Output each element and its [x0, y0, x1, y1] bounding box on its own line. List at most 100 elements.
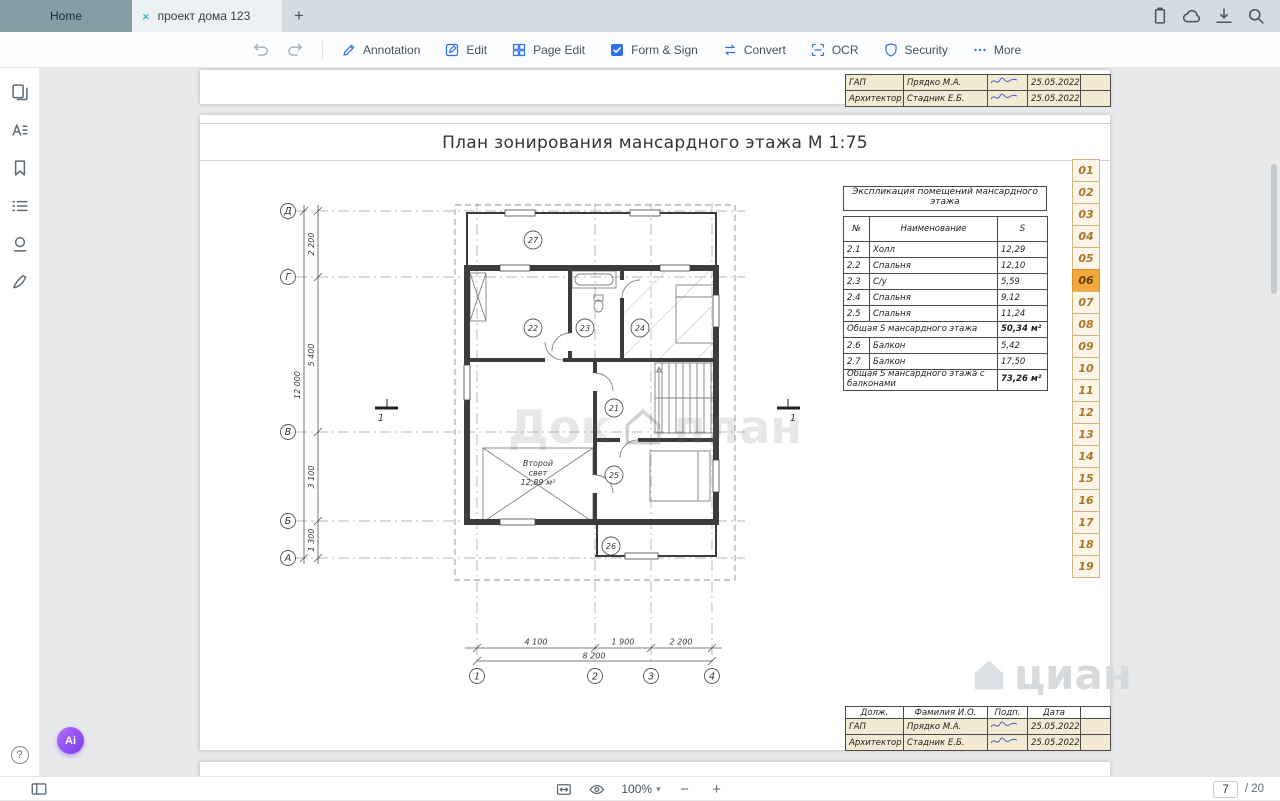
clipboard-icon[interactable]	[1150, 6, 1170, 26]
drawing-title: План зонирования мансардного этажа М 1:7…	[200, 133, 1110, 153]
main-toolbar: Annotation Edit Page Edit Form & Sign Conver…	[0, 32, 1280, 68]
form-sign-icon	[609, 42, 625, 58]
sheet-number-01[interactable]: 01	[1072, 159, 1100, 182]
plan-label: 1	[378, 413, 384, 424]
zoom-select[interactable]: 100% ▾	[621, 782, 660, 796]
sheet-number-13[interactable]: 13	[1072, 423, 1100, 446]
titleblock-header-cell: Долж.	[846, 707, 904, 719]
toolbar-security-label: Security	[905, 43, 948, 57]
sheet-number-14[interactable]: 14	[1072, 445, 1100, 468]
sheet-number-06[interactable]: 06	[1072, 269, 1100, 292]
toolbar-page-edit-button[interactable]: Page Edit	[511, 42, 585, 58]
fit-width-button[interactable]	[555, 781, 572, 798]
room-number-cell: 2.1	[844, 242, 870, 258]
sheet-number-10[interactable]: 10	[1072, 357, 1100, 380]
room-number-cell: 2.3	[844, 274, 870, 290]
security-icon	[883, 42, 899, 58]
watermark-text-left: Док	[508, 400, 612, 454]
toolbar-ocr-button[interactable]: OCR	[810, 42, 859, 58]
axis-bubble	[644, 669, 659, 684]
toolbar-items: Annotation Edit Page Edit Form & Sign Conver…	[341, 42, 1021, 58]
room-number-bubble	[605, 466, 623, 484]
page-edit-icon	[511, 42, 527, 58]
ai-assistant-button[interactable]: Ai	[57, 727, 84, 754]
tab-document[interactable]: × проект дома 123	[132, 0, 282, 32]
page-number-input[interactable]: 7	[1213, 781, 1237, 798]
plan-label: свет	[529, 469, 548, 478]
toolbar-annotation-label: Annotation	[363, 43, 420, 57]
signature-icon[interactable]	[10, 272, 30, 292]
tab-home-label: Home	[50, 9, 82, 23]
watermark-house-icon	[622, 406, 664, 448]
zoom-value: 100%	[621, 782, 652, 796]
plan-label: 23	[580, 324, 590, 333]
corner-watermark-text: циан	[1014, 650, 1132, 699]
thumbnails-icon[interactable]	[10, 82, 30, 102]
undo-icon[interactable]	[252, 41, 270, 59]
search-icon[interactable]	[1246, 6, 1266, 26]
toolbar-more-button[interactable]: More	[972, 42, 1021, 58]
tab-close-icon[interactable]: ×	[142, 9, 150, 24]
convert-icon	[722, 42, 738, 58]
tab-bar: Home × проект дома 123 +	[0, 0, 1280, 32]
name-cell: Стадник Е.Б.	[904, 735, 988, 751]
left-rail-icons	[10, 82, 30, 292]
room-number-bubble	[576, 319, 594, 337]
room-area-cell: 17,50	[998, 354, 1048, 370]
toolbar-form-sign-button[interactable]: Form & Sign	[609, 42, 698, 58]
toolbar-edit-label: Edit	[466, 43, 487, 57]
toolbar-convert-button[interactable]: Convert	[722, 42, 786, 58]
cloud-icon[interactable]	[1182, 6, 1202, 26]
sheet-frame-line-under-title	[200, 160, 1110, 161]
titleblock-row: ГАППрядко М.А.25.05.2022	[846, 75, 1111, 91]
stamp-icon[interactable]	[10, 234, 30, 254]
sheet-number-02[interactable]: 02	[1072, 181, 1100, 204]
preview-eye-button[interactable]	[588, 781, 605, 798]
sheet-number-03[interactable]: 03	[1072, 203, 1100, 226]
sheet-number-16[interactable]: 16	[1072, 489, 1100, 512]
room-number-bubble	[524, 231, 542, 249]
add-tab-button[interactable]: +	[282, 0, 316, 32]
room-name-cell: Спальня	[870, 306, 998, 322]
total-label-cell: Общая S мансардного этажа	[844, 322, 998, 338]
room-number-bubble	[602, 537, 620, 555]
add-tab-icon: +	[294, 6, 304, 26]
tabbar-actions	[1150, 0, 1280, 32]
sheet-number-17[interactable]: 17	[1072, 511, 1100, 534]
sheet-number-18[interactable]: 18	[1072, 533, 1100, 556]
zoom-out-button[interactable]: −	[677, 781, 693, 798]
annotation-list-icon[interactable]	[10, 196, 30, 216]
explication-row: 2.6Балкон5,42	[844, 338, 1048, 354]
scrollbar-thumb[interactable]	[1271, 164, 1277, 294]
help-button[interactable]: ?	[11, 746, 29, 764]
plan-label: 1	[790, 413, 796, 424]
sheet-number-15[interactable]: 15	[1072, 467, 1100, 490]
history-buttons	[252, 41, 304, 59]
text-search-icon[interactable]	[10, 120, 30, 140]
sheet-number-04[interactable]: 04	[1072, 225, 1100, 248]
redo-icon[interactable]	[286, 41, 304, 59]
sheet-number-12[interactable]: 12	[1072, 401, 1100, 424]
zoom-in-button[interactable]: +	[709, 781, 725, 798]
toolbar-annotation-button[interactable]: Annotation	[341, 42, 420, 58]
sheet-number-05[interactable]: 05	[1072, 247, 1100, 270]
room-name-cell: Холл	[870, 242, 998, 258]
bookmark-icon[interactable]	[10, 158, 30, 178]
sheet-number-08[interactable]: 08	[1072, 313, 1100, 336]
document-area: ГАППрядко М.А.25.05.2022АрхитекторСтадни…	[40, 68, 1280, 776]
room-number-bubble	[524, 319, 542, 337]
save-icon[interactable]	[1214, 6, 1234, 26]
toolbar-security-button[interactable]: Security	[883, 42, 948, 58]
axis-bubble	[281, 425, 296, 440]
toolbar-edit-button[interactable]: Edit	[444, 42, 487, 58]
plan-label: Д	[283, 206, 291, 217]
sheet-number-11[interactable]: 11	[1072, 379, 1100, 402]
axis-bubble	[281, 204, 296, 219]
sheet-number-07[interactable]: 07	[1072, 291, 1100, 314]
tab-home[interactable]: Home	[0, 0, 132, 32]
panel-toggle-button[interactable]	[30, 780, 48, 798]
sheet-number-column: 01020304050607080910111213141516171819	[1072, 160, 1100, 578]
sheet-number-09[interactable]: 09	[1072, 335, 1100, 358]
sheet-number-19[interactable]: 19	[1072, 555, 1100, 578]
axis-bubble	[470, 669, 485, 684]
